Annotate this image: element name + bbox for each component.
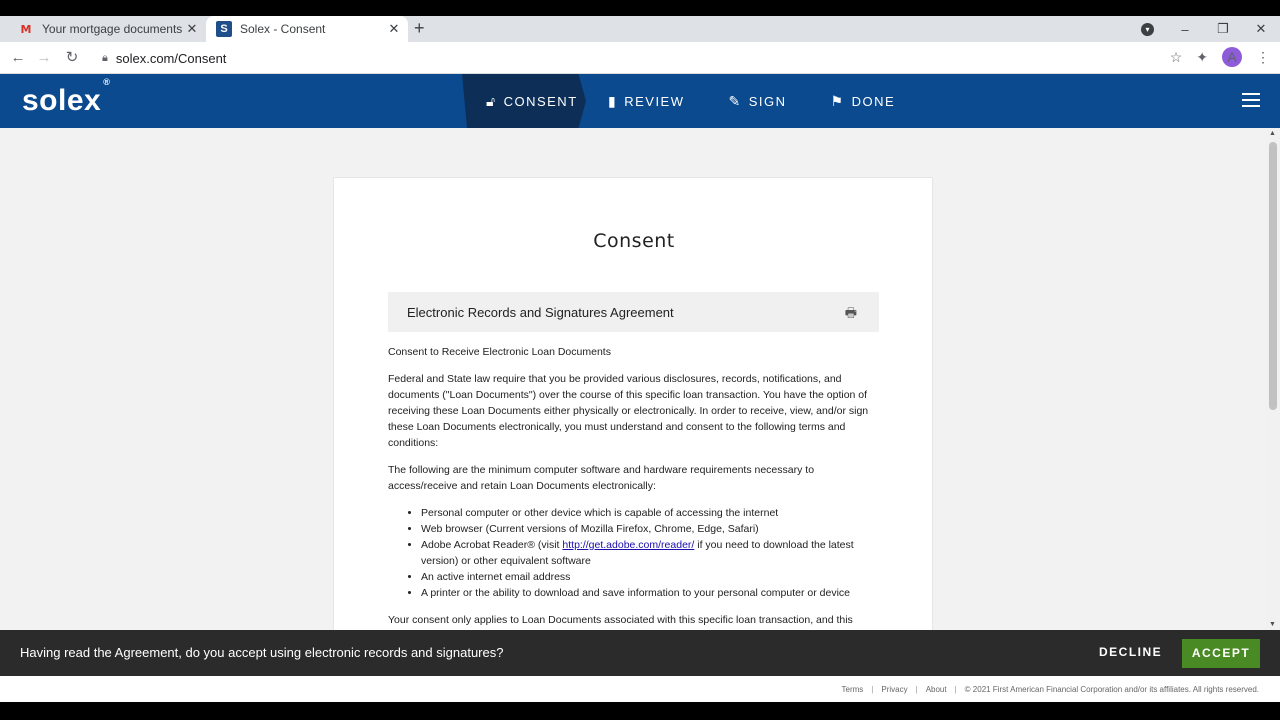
back-arrow-icon[interactable]: ←	[8, 48, 28, 68]
footer-divider: |	[915, 685, 918, 694]
step-label: DONE	[851, 93, 896, 109]
step-done[interactable]: ⚑ DONE	[809, 74, 918, 128]
address-bar-row: ← → ↻ 🔒︎ solex.com/Consent ☆ ✦ A ⋮	[0, 42, 1280, 74]
consent-question: Having read the Agreement, do you accept…	[20, 645, 504, 660]
close-window-button[interactable]: ✕	[1242, 21, 1280, 37]
solex-favicon-icon: S	[216, 21, 232, 37]
scroll-down-icon[interactable]: ▼	[1269, 621, 1276, 628]
step-consent[interactable]: 🔓︎ CONSENT	[462, 74, 586, 128]
footer-divider: |	[954, 685, 957, 694]
list-item: Personal computer or other device which …	[421, 505, 880, 521]
main-content: Consent Electronic Records and Signature…	[0, 128, 1266, 630]
step-label: REVIEW	[624, 93, 685, 109]
new-tab-button[interactable]: +	[414, 18, 425, 39]
star-icon[interactable]: ☆	[1170, 49, 1183, 66]
close-tab-icon[interactable]: ✕	[384, 21, 404, 37]
list-item: Web browser (Current versions of Mozilla…	[421, 521, 880, 537]
book-icon: ▮	[608, 92, 618, 109]
step-label: CONSENT	[503, 93, 578, 109]
solex-logo[interactable]: solex®	[22, 77, 110, 118]
menu-dots-icon[interactable]: ⋮	[1256, 49, 1270, 66]
address-bar[interactable]: 🔒︎ solex.com/Consent	[96, 46, 1156, 70]
lock-icon: 🔒︎	[102, 51, 108, 64]
page-title: Consent	[593, 230, 675, 252]
bottom-black-strip	[0, 702, 1280, 720]
list-item: An active internet email address	[421, 569, 880, 585]
pen-icon: ✎	[728, 92, 742, 109]
logo-registered-mark: ®	[103, 77, 111, 87]
gmail-icon: M	[20, 22, 32, 36]
url-text[interactable]: solex.com/Consent	[116, 51, 227, 66]
agreement-subheading: Consent to Receive Electronic Loan Docum…	[388, 346, 611, 358]
agreement-title: Electronic Records and Signatures Agreem…	[407, 304, 674, 320]
agreement-paragraph: The following are the minimum computer s…	[388, 464, 815, 492]
app-header: solex® 🔓︎ CONSENT ▮ REVIEW ✎ SIGN ⚑ DONE	[0, 74, 1280, 128]
agreement-paragraph: Your consent only applies to Loan Docume…	[388, 614, 853, 626]
browser-tab-strip: M Your mortgage documents from ✕ S Solex…	[0, 16, 1280, 42]
requirements-list: Personal computer or other device which …	[421, 505, 880, 601]
page-scrollbar[interactable]: ▲ ▼	[1266, 128, 1280, 630]
logo-text: solex	[22, 84, 102, 117]
consent-prompt-bar: Having read the Agreement, do you accept…	[0, 630, 1280, 676]
browser-toolbar-icons: ☆ ✦ A ⋮	[1170, 47, 1270, 67]
tab-gmail[interactable]: M Your mortgage documents from ✕	[8, 16, 206, 42]
accept-button[interactable]: ACCEPT	[1182, 639, 1260, 668]
tab-solex-consent[interactable]: S Solex - Consent ✕	[206, 16, 408, 42]
step-review[interactable]: ▮ REVIEW	[586, 74, 707, 128]
copyright-text: © 2021 First American Financial Corporat…	[964, 685, 1259, 694]
print-icon[interactable]: 🖶	[845, 304, 857, 326]
terms-link[interactable]: Terms	[842, 685, 864, 694]
step-navigation: 🔓︎ CONSENT ▮ REVIEW ✎ SIGN ⚑ DONE	[462, 74, 917, 128]
tab-title: Your mortgage documents from	[42, 22, 182, 36]
agreement-body[interactable]: Consent to Receive Electronic Loan Docum…	[388, 344, 880, 630]
list-item: A printer or the ability to download and…	[421, 585, 880, 601]
top-black-strip	[0, 0, 1280, 16]
adobe-reader-link[interactable]: http://get.adobe.com/reader/	[562, 539, 694, 551]
minimize-button[interactable]: –	[1166, 22, 1204, 37]
reload-icon[interactable]: ↻	[62, 48, 82, 68]
extensions-icon[interactable]: ✦	[1196, 49, 1208, 66]
step-label: SIGN	[748, 93, 787, 109]
close-tab-icon[interactable]: ✕	[182, 21, 202, 37]
list-item: Adobe Acrobat Reader® (visit http://get.…	[421, 537, 880, 569]
avatar[interactable]: A	[1222, 47, 1242, 67]
decline-button[interactable]: DECLINE	[1099, 645, 1162, 659]
scroll-up-icon[interactable]: ▲	[1269, 130, 1276, 137]
privacy-link[interactable]: Privacy	[881, 685, 907, 694]
restore-button[interactable]: ❐	[1204, 21, 1242, 37]
footer-divider: |	[871, 685, 874, 694]
agreement-header: Electronic Records and Signatures Agreem…	[388, 292, 879, 332]
page-footer: Terms | Privacy | About | © 2021 First A…	[0, 676, 1280, 702]
flag-icon: ⚑	[830, 92, 845, 109]
tab-title: Solex - Consent	[240, 22, 326, 36]
footer-links: Terms | Privacy | About | © 2021 First A…	[842, 685, 1259, 694]
consent-card: Consent Electronic Records and Signature…	[333, 177, 933, 630]
forward-arrow-icon[interactable]: →	[34, 48, 54, 68]
hamburger-menu-icon[interactable]	[1242, 93, 1260, 107]
lock-open-icon: 🔓︎	[486, 92, 497, 109]
acrobat-prefix: Adobe Acrobat Reader® (visit	[421, 539, 563, 551]
window-controls: – ❐ ✕	[1166, 16, 1280, 42]
chevron-down-icon[interactable]: ▾	[1141, 23, 1154, 36]
agreement-paragraph: Federal and State law require that you b…	[388, 373, 869, 449]
step-sign[interactable]: ✎ SIGN	[707, 74, 809, 128]
about-link[interactable]: About	[926, 685, 947, 694]
scrollbar-thumb[interactable]	[1269, 142, 1277, 410]
